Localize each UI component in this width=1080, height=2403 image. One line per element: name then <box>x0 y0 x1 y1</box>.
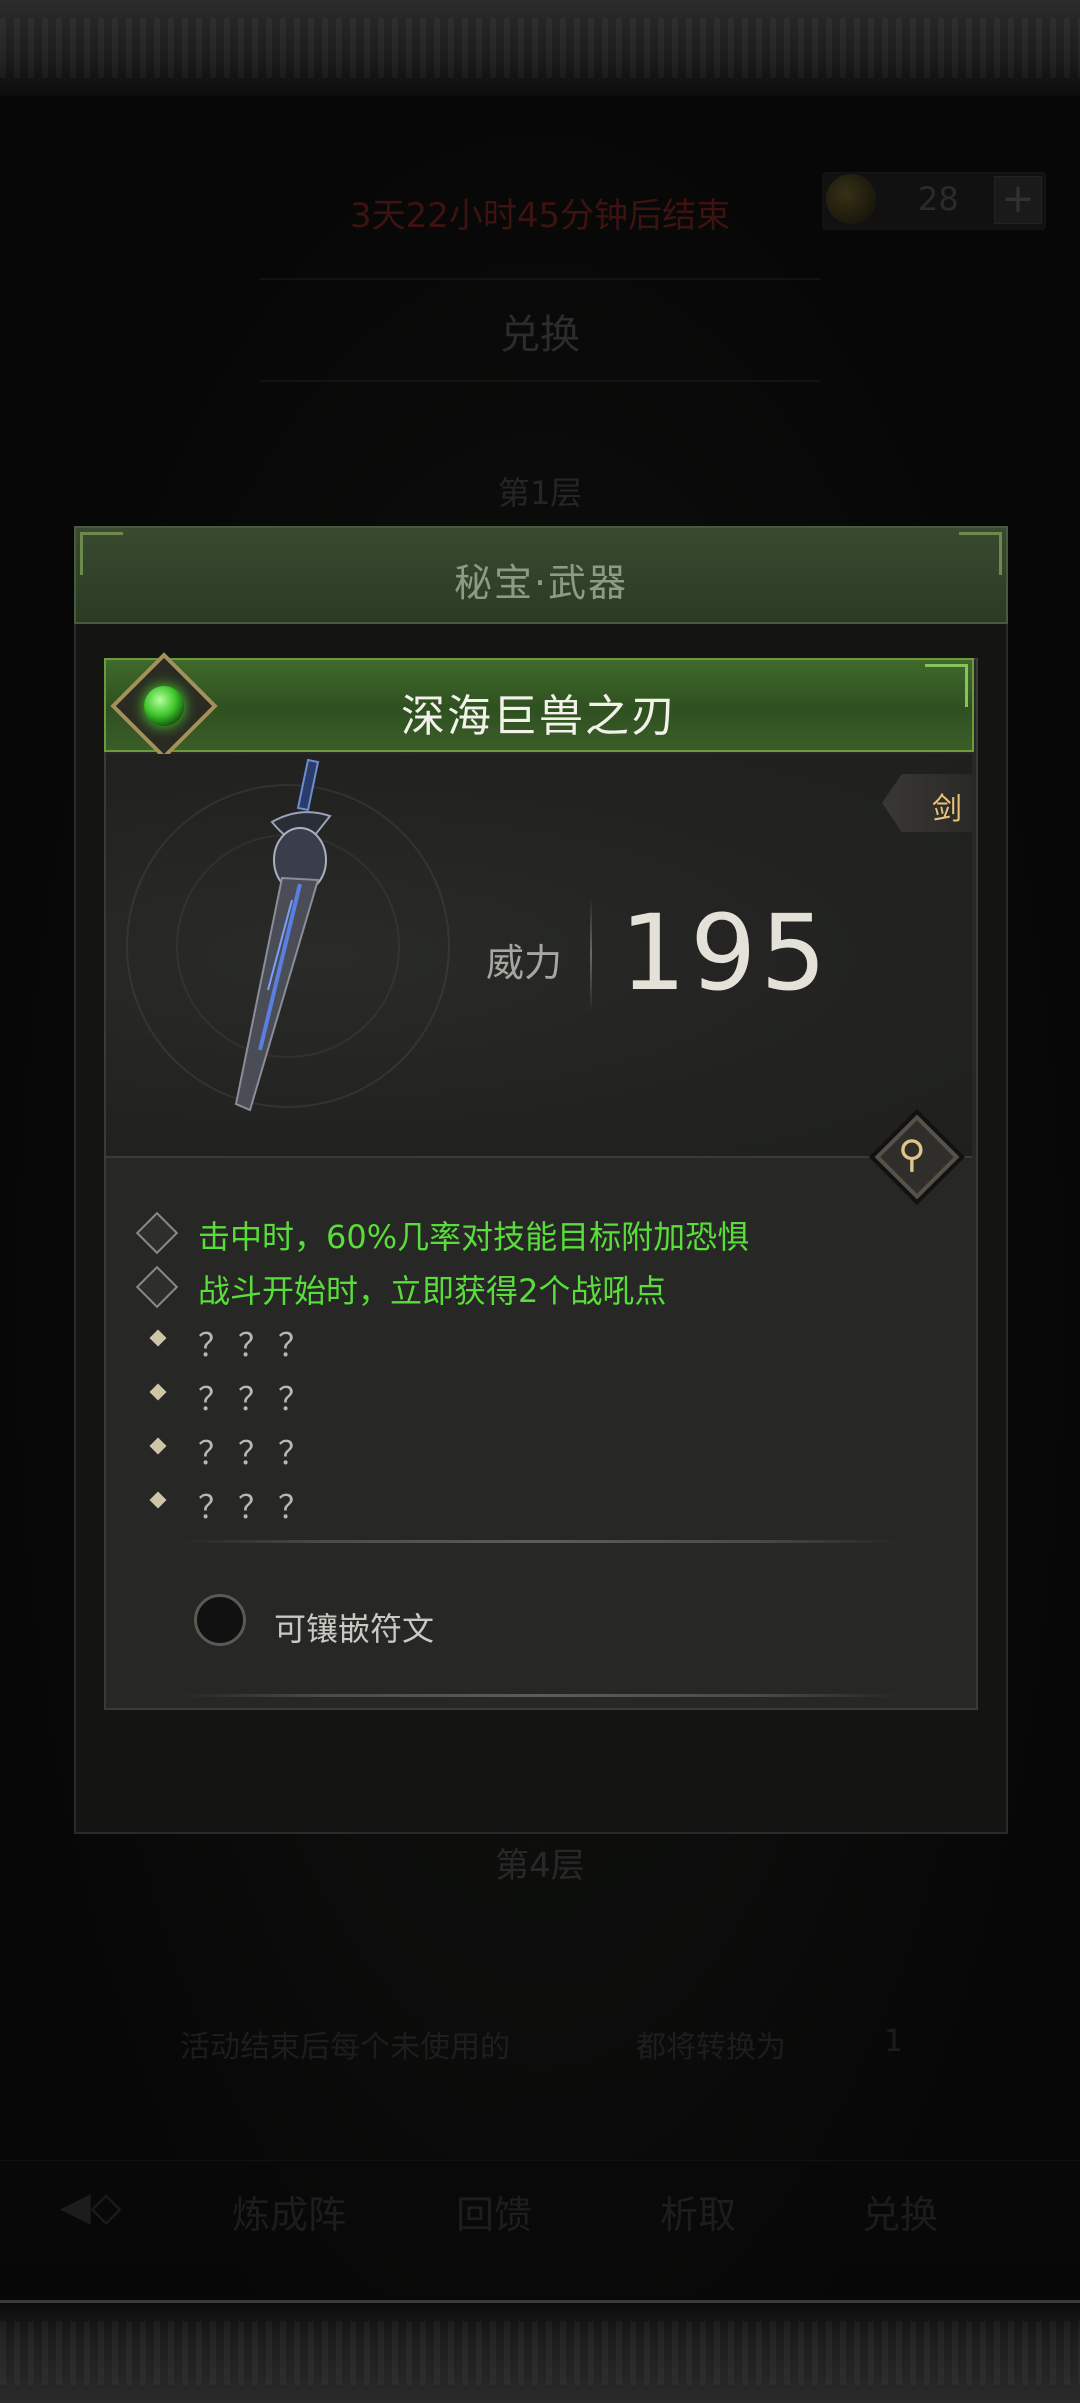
weapon-type-label: 剑 <box>932 792 962 827</box>
bullet-diamond-icon <box>149 1437 167 1455</box>
nav-tab-rewards[interactable]: 回馈 <box>456 2184 532 2239</box>
power-value: 195 <box>620 892 831 1014</box>
bullet-diamond-icon <box>149 1383 167 1401</box>
lock-icon <box>135 1211 179 1255</box>
conversion-note-suffix: 都将转换为 <box>636 2030 786 2065</box>
sword-icon <box>234 758 332 1112</box>
section-divider <box>180 1540 900 1543</box>
item-name: 深海巨兽之刃 <box>401 691 677 742</box>
floor-1-label: 第1层 <box>497 474 583 512</box>
back-arrow-icon[interactable]: ◀◇ <box>60 2184 160 2234</box>
effect-text: 击中时，60%几率对技能目标附加恐惧 <box>198 1218 750 1256</box>
unknown-effect-text: ？？？ <box>198 1434 319 1472</box>
power-label: 威力 <box>486 941 563 985</box>
unknown-effect-row: ？？？ <box>140 1370 940 1418</box>
treasure-panel-header: 秘宝·武器 <box>74 526 1008 624</box>
lock-icon <box>135 1265 179 1309</box>
bottom-frame-border <box>0 2300 1080 2403</box>
corner-ornament-icon <box>925 664 968 707</box>
effect-row: 击中时，60%几率对技能目标附加恐惧 <box>135 1208 940 1256</box>
nav-tab-extract[interactable]: 析取 <box>660 2184 736 2239</box>
corner-ornament-icon <box>80 532 123 575</box>
bullet-diamond-icon <box>149 1491 167 1509</box>
unknown-effect-row: ？？？ <box>140 1316 940 1364</box>
rune-socket-label: 可镶嵌符文 <box>274 1610 435 1648</box>
gem-icon <box>144 686 184 726</box>
power-separator <box>590 896 592 1012</box>
unknown-effect-text: ？？？ <box>198 1380 319 1418</box>
unknown-effect-text: ？？？ <box>198 1488 319 1526</box>
inspect-button[interactable]: ⚲ <box>872 1112 962 1202</box>
effect-row: 战斗开始时，立即获得2个战吼点 <box>135 1262 940 1310</box>
nav-tab-alchemy[interactable]: 炼成阵 <box>232 2184 346 2239</box>
section-divider <box>180 1694 900 1697</box>
nav-tab-exchange[interactable]: 兑换 <box>862 2184 938 2239</box>
magnifier-icon: ⚲ <box>898 1132 926 1176</box>
floor-4-label: 第4层 <box>495 1846 585 1886</box>
event-timer: 3天22小时45分钟后结束 <box>350 196 731 236</box>
currency-count: 28 <box>918 180 959 218</box>
title-divider-top <box>260 278 820 280</box>
item-card-header: 深海巨兽之刃 <box>104 658 974 752</box>
exchange-title: 兑换 <box>500 312 580 358</box>
treasure-panel-title: 秘宝·武器 <box>453 561 629 605</box>
unknown-effect-row: ？？？ <box>140 1424 940 1472</box>
effect-text: 战斗开始时，立即获得2个战吼点 <box>198 1272 667 1310</box>
unknown-effect-text: ？？？ <box>198 1326 319 1364</box>
title-divider-bottom <box>260 380 820 382</box>
conversion-count: 1 <box>884 2024 904 2059</box>
add-currency-button[interactable]: + <box>994 176 1042 224</box>
conversion-note: 活动结束后每个未使用的 <box>180 2030 510 2065</box>
unknown-effect-row: ？？？ <box>140 1478 940 1526</box>
top-frame-border <box>0 0 1080 99</box>
rune-socket-icon[interactable] <box>194 1594 246 1646</box>
corner-ornament-icon <box>959 532 1002 575</box>
green-gem-rarity-icon <box>110 652 218 760</box>
coin-icon <box>826 174 876 224</box>
bullet-diamond-icon <box>149 1329 167 1347</box>
